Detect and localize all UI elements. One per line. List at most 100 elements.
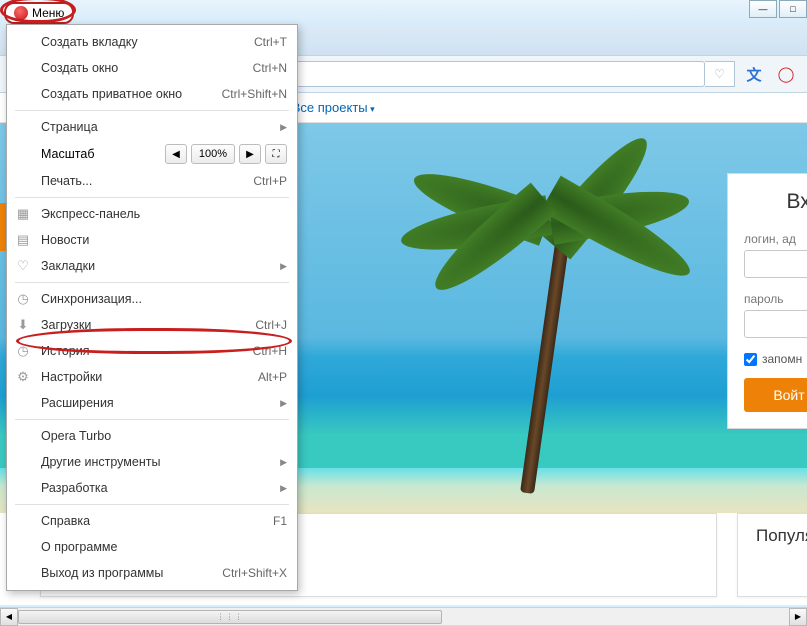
menu-item-shortcut: Ctrl+T bbox=[254, 35, 287, 49]
submenu-arrow-icon: ▶ bbox=[280, 457, 287, 468]
login-title: Вход bbox=[744, 190, 807, 214]
menu-item-label: Создать вкладку bbox=[41, 35, 254, 49]
password-field-label: пароль bbox=[744, 292, 807, 306]
menu-new-private[interactable]: Создать приватное окно Ctrl+Shift+N bbox=[7, 81, 297, 107]
submenu-arrow-icon: ▶ bbox=[280, 122, 287, 133]
menu-item-label: Новости bbox=[41, 233, 287, 247]
history-icon: ◷ bbox=[15, 343, 31, 359]
menu-item-shortcut: Ctrl+H bbox=[253, 344, 287, 358]
news-icon: ▤ bbox=[15, 232, 31, 248]
remember-label: запомн bbox=[762, 352, 802, 366]
menu-news[interactable]: ▤ Новости bbox=[7, 227, 297, 253]
menu-item-label: Справка bbox=[41, 514, 273, 528]
menu-item-label: Создать приватное окно bbox=[41, 87, 222, 101]
submenu-arrow-icon: ▶ bbox=[280, 261, 287, 272]
bookmark-heart-icon[interactable]: ♡ bbox=[705, 61, 735, 87]
menu-button[interactable]: Меню bbox=[4, 2, 74, 24]
nav-projects[interactable]: Все проекты bbox=[292, 100, 375, 115]
remember-checkbox[interactable] bbox=[744, 353, 757, 366]
login-submit-button[interactable]: Войт bbox=[744, 378, 807, 412]
menu-downloads[interactable]: ⬇ Загрузки Ctrl+J bbox=[7, 312, 297, 338]
menu-item-label: Страница bbox=[41, 120, 287, 134]
menu-separator bbox=[15, 110, 289, 111]
menu-item-label: Синхронизация... bbox=[41, 292, 287, 306]
menu-item-shortcut: Ctrl+J bbox=[255, 318, 287, 332]
menu-item-shortcut: Ctrl+Shift+N bbox=[222, 87, 287, 101]
scroll-right-button[interactable]: ▶ bbox=[789, 608, 807, 626]
opera-icon[interactable]: ◯ bbox=[773, 61, 799, 87]
opera-logo-icon bbox=[14, 6, 28, 20]
browser-titlebar: Меню — □ bbox=[0, 0, 807, 25]
login-panel: Вход логин, ад пароль запомн Войт bbox=[727, 173, 807, 429]
remember-checkbox-row[interactable]: запомн bbox=[744, 352, 807, 366]
palm-leaves bbox=[430, 153, 710, 333]
translate-icon[interactable]: 文 bbox=[741, 61, 767, 87]
menu-turbo[interactable]: Opera Turbo bbox=[7, 423, 297, 449]
window-maximize-button[interactable]: □ bbox=[779, 0, 807, 18]
menu-item-label: История bbox=[41, 344, 253, 358]
menu-speed-dial[interactable]: ▦ Экспресс-панель bbox=[7, 201, 297, 227]
window-controls: — □ bbox=[747, 0, 807, 18]
menu-help[interactable]: Справка F1 bbox=[7, 508, 297, 534]
menu-item-label: Загрузки bbox=[41, 318, 255, 332]
zoom-out-button[interactable]: ◀ bbox=[165, 144, 187, 164]
menu-item-shortcut: Ctrl+Shift+X bbox=[222, 566, 287, 580]
login-field-label: логин, ад bbox=[744, 232, 807, 246]
zoom-label: Масштаб bbox=[41, 147, 165, 161]
menu-item-label: Разработка bbox=[41, 481, 287, 495]
login-input[interactable] bbox=[744, 250, 807, 278]
menu-settings[interactable]: ⚙ Настройки Alt+P bbox=[7, 364, 297, 390]
submenu-arrow-icon: ▶ bbox=[280, 483, 287, 494]
menu-item-shortcut: F1 bbox=[273, 514, 287, 528]
menu-dev[interactable]: Разработка ▶ bbox=[7, 475, 297, 501]
menu-exit[interactable]: Выход из программы Ctrl+Shift+X bbox=[7, 560, 297, 586]
zoom-value: 100% bbox=[191, 144, 235, 164]
menu-item-shortcut: Ctrl+N bbox=[253, 61, 287, 75]
menu-tools[interactable]: Другие инструменты ▶ bbox=[7, 449, 297, 475]
heart-icon: ♡ bbox=[15, 258, 31, 274]
scroll-left-button[interactable]: ◀ bbox=[0, 608, 18, 626]
gear-icon: ⚙ bbox=[15, 369, 31, 385]
menu-print[interactable]: Печать... Ctrl+P bbox=[7, 168, 297, 194]
menu-separator bbox=[15, 504, 289, 505]
menu-separator bbox=[15, 197, 289, 198]
menu-history[interactable]: ◷ История Ctrl+H bbox=[7, 338, 297, 364]
menu-item-label: Opera Turbo bbox=[41, 429, 287, 443]
scroll-thumb[interactable]: ⋮⋮⋮ bbox=[18, 610, 442, 624]
main-menu-dropdown: Создать вкладку Ctrl+T Создать окно Ctrl… bbox=[6, 24, 298, 591]
popular-card-2: Популяр bbox=[737, 513, 807, 597]
menu-item-label: Закладки bbox=[41, 259, 287, 273]
menu-new-window[interactable]: Создать окно Ctrl+N bbox=[7, 55, 297, 81]
menu-item-label: Расширения bbox=[41, 396, 287, 410]
menu-item-shortcut: Alt+P bbox=[258, 370, 287, 384]
grid-icon: ▦ bbox=[15, 206, 31, 222]
menu-item-label: О программе bbox=[41, 540, 287, 554]
menu-item-label: Экспресс-панель bbox=[41, 207, 287, 221]
window-minimize-button[interactable]: — bbox=[749, 0, 777, 18]
menu-sync[interactable]: ◷ Синхронизация... bbox=[7, 286, 297, 312]
menu-item-label: Настройки bbox=[41, 370, 258, 384]
menu-item-shortcut: Ctrl+P bbox=[253, 174, 287, 188]
menu-new-tab[interactable]: Создать вкладку Ctrl+T bbox=[7, 29, 297, 55]
horizontal-scrollbar[interactable]: ◀ ⋮⋮⋮ ▶ bbox=[0, 607, 807, 625]
zoom-controls: ◀ 100% ▶ ⛶ bbox=[165, 144, 287, 164]
menu-item-label: Выход из программы bbox=[41, 566, 222, 580]
sync-icon: ◷ bbox=[15, 291, 31, 307]
menu-extensions[interactable]: Расширения ▶ bbox=[7, 390, 297, 416]
menu-separator bbox=[15, 419, 289, 420]
menu-page[interactable]: Страница ▶ bbox=[7, 114, 297, 140]
password-input[interactable] bbox=[744, 310, 807, 338]
menu-about[interactable]: О программе bbox=[7, 534, 297, 560]
menu-button-label: Меню bbox=[32, 6, 64, 20]
card-title: Популяр bbox=[756, 526, 807, 546]
zoom-in-button[interactable]: ▶ bbox=[239, 144, 261, 164]
menu-separator bbox=[15, 282, 289, 283]
scroll-track[interactable]: ⋮⋮⋮ bbox=[18, 608, 789, 626]
menu-bookmarks[interactable]: ♡ Закладки ▶ bbox=[7, 253, 297, 279]
download-icon: ⬇ bbox=[15, 317, 31, 333]
zoom-fullscreen-button[interactable]: ⛶ bbox=[265, 144, 287, 164]
menu-item-label: Печать... bbox=[41, 174, 253, 188]
submenu-arrow-icon: ▶ bbox=[280, 398, 287, 409]
scroll-grip-icon: ⋮⋮⋮ bbox=[217, 612, 244, 621]
menu-item-label: Другие инструменты bbox=[41, 455, 287, 469]
